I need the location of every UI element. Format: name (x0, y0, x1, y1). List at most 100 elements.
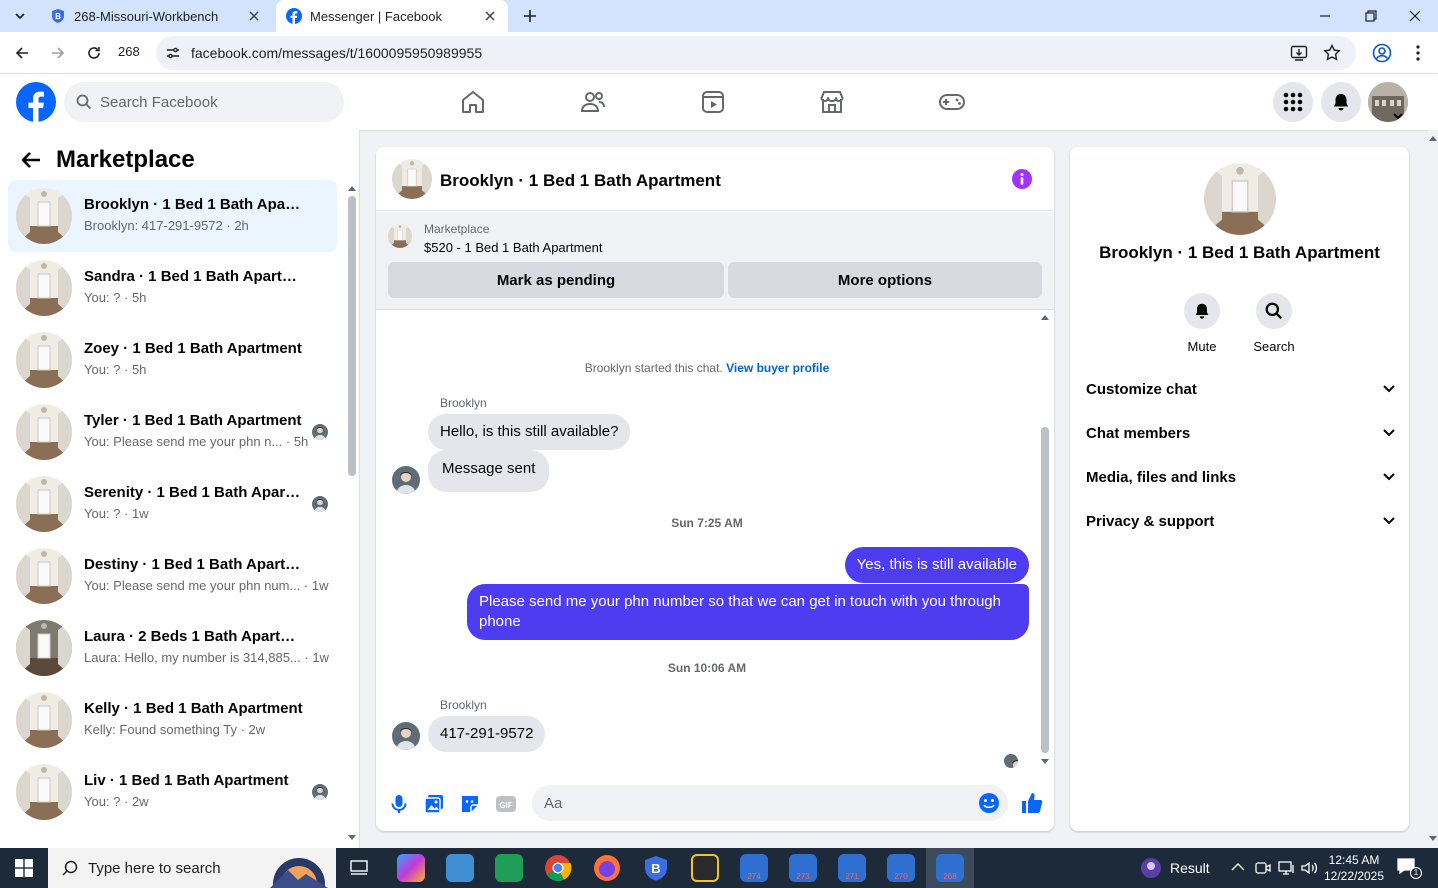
scroll-up-icon[interactable] (1428, 134, 1438, 142)
address-bar[interactable]: facebook.com/messages/t/1600095950989955 (156, 36, 1356, 70)
section-customize-chat[interactable]: Customize chat (1086, 367, 1395, 411)
result-label[interactable]: Result (1170, 860, 1210, 876)
mute-action[interactable]: Mute (1170, 293, 1234, 354)
nav-gaming[interactable] (896, 74, 1008, 130)
close-icon[interactable] (482, 8, 498, 24)
sender-avatar[interactable] (392, 722, 420, 750)
message-bubble-incoming[interactable]: Message sent (428, 450, 550, 492)
sender-avatar[interactable] (392, 466, 420, 494)
conversation-item[interactable]: Liv · 1 Bed 1 Bath Apartment You: ? · 2w (8, 756, 337, 828)
workbench-274[interactable]: 274 (740, 854, 768, 882)
message-bubble-incoming[interactable]: Hello, is this still available? (428, 414, 631, 450)
taskbar-clock[interactable]: 12:45 AM 12/22/2025 (1318, 852, 1390, 884)
info-icon[interactable] (1012, 169, 1032, 189)
message-bubble-incoming[interactable]: 417-291-9572 (428, 716, 546, 752)
message-bubble-outgoing[interactable]: Please send me your phn number so that w… (467, 584, 1029, 640)
facebook-search[interactable] (64, 82, 344, 122)
star-icon[interactable] (1323, 44, 1341, 62)
taskbar-search[interactable]: Type here to search (48, 848, 336, 888)
close-icon[interactable] (246, 8, 262, 24)
workbench-271[interactable]: 271 (838, 854, 866, 882)
reload-button[interactable] (82, 41, 106, 65)
close-window-button[interactable] (1392, 0, 1438, 32)
chat-scrollbar[interactable] (1041, 427, 1049, 753)
conversation-item[interactable]: Kelly · 1 Bed 1 Bath Apartment Kelly: Fou… (8, 684, 337, 756)
site-settings-icon[interactable] (166, 46, 180, 60)
volume-icon[interactable] (1300, 860, 1318, 876)
message-input[interactable] (544, 785, 964, 821)
forward-button[interactable] (46, 41, 70, 65)
listing-thumbnail[interactable] (388, 224, 412, 248)
details-thumbnail[interactable] (1204, 163, 1276, 235)
chevron-up-icon[interactable] (1231, 862, 1245, 872)
search-input[interactable] (100, 82, 330, 122)
workbench-268[interactable]: 268 (936, 854, 964, 882)
tab-search-button[interactable] (6, 0, 34, 32)
start-button[interactable] (0, 848, 48, 888)
gif-icon[interactable]: GIF (495, 793, 517, 815)
conversation-scrollbar[interactable] (348, 196, 356, 476)
tab-count[interactable]: 268 (118, 44, 140, 59)
taskbar-app-2[interactable] (446, 854, 474, 882)
microphone-icon[interactable] (388, 793, 410, 815)
workbench-273[interactable]: 273 (789, 854, 817, 882)
mute-button[interactable] (1184, 293, 1220, 329)
back-button[interactable] (10, 41, 34, 65)
facebook-logo-icon[interactable] (16, 82, 56, 122)
new-tab-button[interactable] (518, 0, 542, 32)
conversation-item[interactable]: Brooklyn · 1 Bed 1 Bath Apartment Brookly… (8, 180, 337, 252)
account-avatar[interactable] (1368, 82, 1408, 122)
page-scrollbar[interactable] (1428, 130, 1438, 848)
task-view-icon[interactable] (349, 858, 369, 878)
listing-price[interactable]: $520 - 1 Bed 1 Bath Apartment (424, 240, 603, 255)
profile-button[interactable] (1370, 41, 1394, 65)
conversation-item[interactable]: Tyler · 1 Bed 1 Bath Apartment You: Pleas… (8, 396, 337, 468)
view-buyer-profile-link[interactable]: View buyer profile (726, 361, 829, 375)
nav-friends[interactable] (537, 74, 649, 130)
notification-center-button[interactable]: 1 (1396, 857, 1422, 879)
browser-tab-workbench[interactable]: B 268-Missouri-Workbench (40, 0, 272, 32)
shield-browser-icon[interactable]: B (642, 854, 670, 882)
more-options-button[interactable]: More options (728, 262, 1042, 298)
copilot-app[interactable] (397, 854, 425, 882)
network-icon[interactable] (1278, 860, 1296, 876)
chrome-icon[interactable] (544, 854, 572, 882)
nav-video[interactable] (657, 74, 769, 130)
sticker-icon[interactable] (459, 793, 481, 815)
restore-button[interactable] (1348, 0, 1394, 32)
notifications-button[interactable] (1321, 82, 1361, 122)
search-action[interactable]: Search (1242, 293, 1306, 354)
conversation-item[interactable]: Zoey · 1 Bed 1 Bath Apartment You: ? · 5h (8, 324, 337, 396)
browser-menu-button[interactable] (1406, 41, 1430, 65)
meet-now-icon[interactable] (1255, 860, 1271, 876)
firefox-icon[interactable] (593, 854, 621, 882)
photo-icon[interactable] (423, 793, 445, 815)
conversation-item[interactable]: Destiny · 1 Bed 1 Bath Apartment You: Ple… (8, 540, 337, 612)
conversation-item[interactable]: Laura · 2 Beds 1 Bath Apartment Laura: He… (8, 612, 337, 684)
emoji-icon[interactable] (978, 792, 1000, 814)
conversation-item[interactable]: Serenity · 1 Bed 1 Bath Apartm... You: ? … (8, 468, 337, 540)
scroll-up-icon[interactable] (347, 184, 357, 192)
install-app-icon[interactable] (1290, 44, 1308, 62)
scroll-down-icon[interactable] (1040, 758, 1050, 766)
back-arrow-icon[interactable] (20, 149, 42, 171)
mark-as-pending-button[interactable]: Mark as pending (388, 262, 724, 298)
section-media-files-links[interactable]: Media, files and links (1086, 455, 1395, 499)
scroll-down-icon[interactable] (1428, 835, 1438, 843)
minimize-button[interactable] (1302, 0, 1348, 32)
result-app-icon[interactable] (1140, 857, 1162, 879)
conversation-item[interactable]: Sandra · 1 Bed 1 Bath Apartment You: ? · … (8, 252, 337, 324)
chat-thumbnail[interactable] (392, 159, 432, 199)
scroll-up-icon[interactable] (1040, 313, 1050, 321)
thumbs-up-icon[interactable] (1020, 791, 1044, 815)
workbench-270[interactable]: 270 (887, 854, 915, 882)
chat-title[interactable]: Brooklyn · 1 Bed 1 Bath Apartment (440, 171, 721, 191)
browser-tab-messenger[interactable]: Messenger | Facebook (276, 0, 508, 32)
section-chat-members[interactable]: Chat members (1086, 411, 1395, 455)
menu-button[interactable] (1273, 82, 1313, 122)
search-in-chat-button[interactable] (1256, 293, 1292, 329)
message-bubble-outgoing[interactable]: Yes, this is still available (844, 547, 1029, 583)
notepad-app[interactable] (495, 854, 523, 882)
taskbar-app-7[interactable] (691, 854, 719, 882)
nav-home[interactable] (417, 74, 529, 130)
